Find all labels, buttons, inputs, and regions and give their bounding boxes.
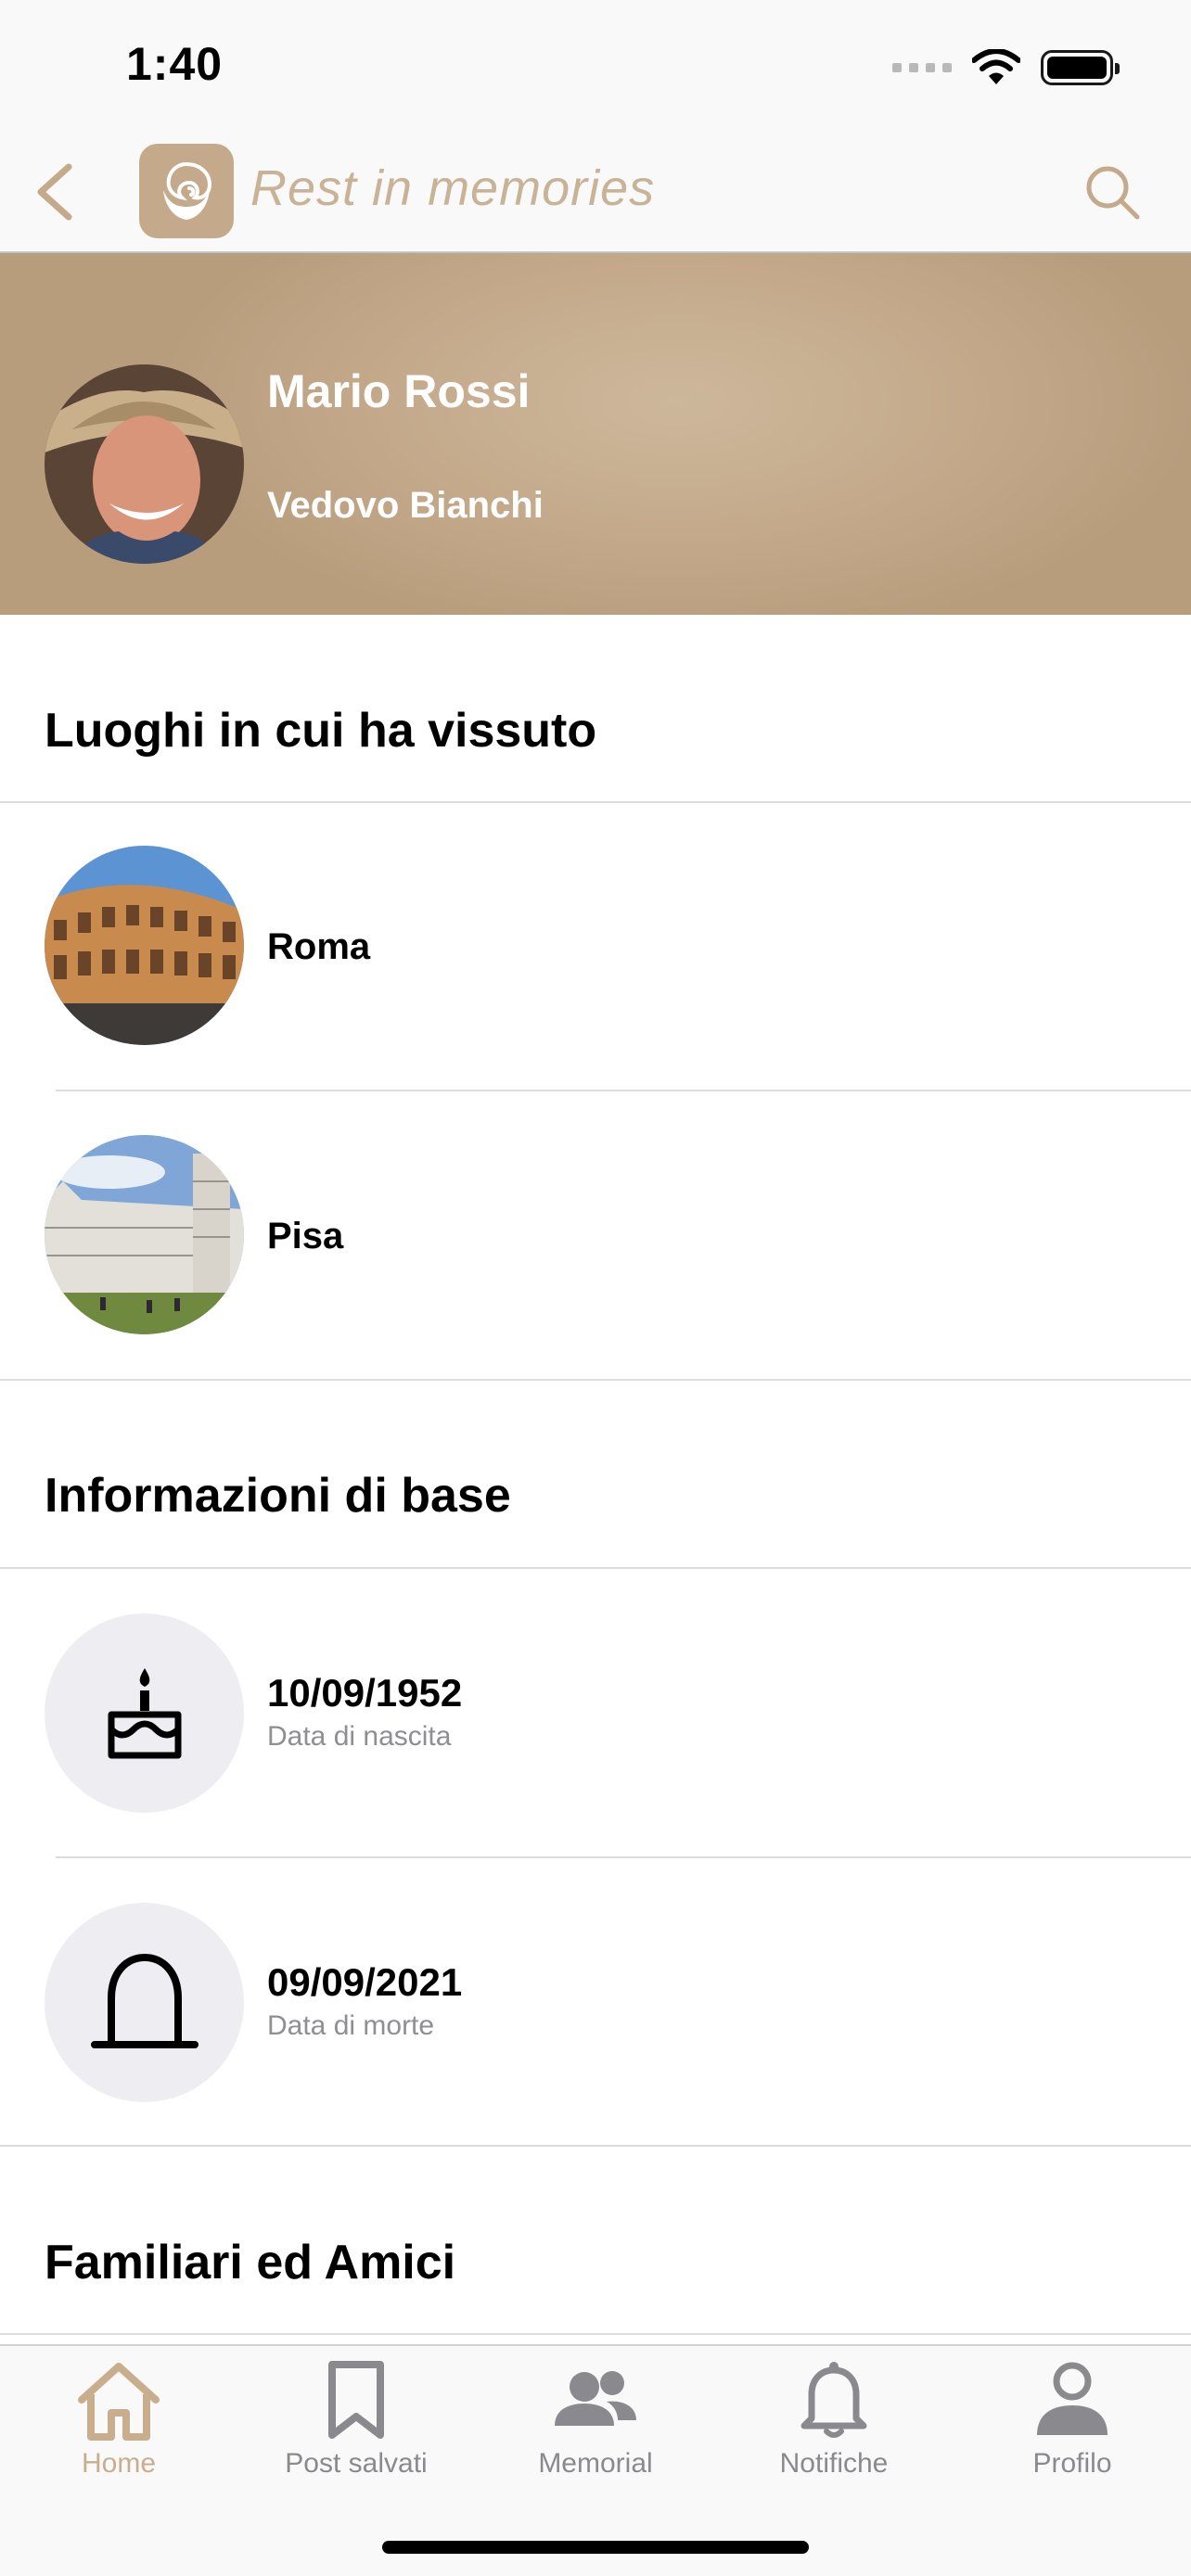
tab-label: Post salvati bbox=[285, 2448, 428, 2479]
search-icon[interactable] bbox=[1080, 159, 1145, 224]
back-chevron-icon[interactable] bbox=[28, 159, 83, 224]
divider bbox=[0, 801, 1191, 803]
tab-home[interactable]: Home bbox=[0, 2359, 237, 2498]
tab-label: Profilo bbox=[1032, 2448, 1112, 2479]
divider bbox=[0, 2145, 1191, 2147]
place-photo-pisa bbox=[45, 1135, 244, 1334]
divider bbox=[0, 1379, 1191, 1381]
profile-header: Mario Rossi Vedovo Bianchi bbox=[0, 253, 1191, 615]
cake-icon bbox=[45, 1613, 244, 1813]
profile-avatar[interactable] bbox=[45, 364, 244, 564]
bookmark-icon bbox=[328, 2361, 384, 2439]
profile-subtitle: Vedovo Bianchi bbox=[267, 485, 544, 526]
death-date-value: 09/09/2021 bbox=[267, 1960, 463, 2004]
divider bbox=[56, 1856, 1191, 1858]
home-indicator[interactable] bbox=[382, 2541, 809, 2554]
rose-logo-icon bbox=[139, 144, 234, 238]
person-icon bbox=[1037, 2362, 1108, 2435]
place-name: Roma bbox=[267, 926, 371, 967]
tab-label: Home bbox=[81, 2448, 157, 2479]
profile-name: Mario Rossi bbox=[267, 365, 531, 417]
tombstone-icon bbox=[45, 1903, 244, 2102]
divider bbox=[0, 1567, 1191, 1569]
cellular-signal-icon bbox=[892, 63, 952, 72]
birth-date-caption: Data di nascita bbox=[267, 1721, 452, 1752]
home-icon bbox=[78, 2363, 160, 2441]
wifi-icon bbox=[972, 49, 1020, 84]
divider bbox=[56, 1090, 1191, 1091]
divider bbox=[0, 2333, 1191, 2335]
place-photo-rome bbox=[45, 846, 244, 1045]
death-date-caption: Data di morte bbox=[267, 2010, 435, 2041]
place-name: Pisa bbox=[267, 1216, 344, 1256]
birth-date-value: 10/09/1952 bbox=[267, 1671, 463, 1715]
people-icon bbox=[555, 2371, 636, 2426]
tab-profile[interactable]: Profilo bbox=[954, 2359, 1191, 2498]
basic-info-section-title: Informazioni di base bbox=[45, 1469, 511, 1523]
battery-icon bbox=[1041, 50, 1120, 85]
tab-label: Memorial bbox=[538, 2448, 653, 2479]
navigation-bar: Rest in memories bbox=[0, 139, 1191, 253]
places-section-title: Luoghi in cui ha vissuto bbox=[45, 704, 597, 758]
family-section-title: Familiari ed Amici bbox=[45, 2236, 456, 2289]
app-title: Rest in memories bbox=[250, 160, 656, 216]
tab-notifications[interactable]: Notifiche bbox=[715, 2359, 953, 2498]
status-icons bbox=[892, 45, 1120, 91]
bell-icon bbox=[800, 2362, 867, 2438]
status-time: 1:40 bbox=[126, 38, 224, 90]
status-bar: 1:40 bbox=[0, 0, 1191, 139]
tab-saved-posts[interactable]: Post salvati bbox=[237, 2359, 475, 2498]
tab-memorial[interactable]: Memorial bbox=[477, 2359, 714, 2498]
tab-label: Notifiche bbox=[779, 2448, 889, 2479]
